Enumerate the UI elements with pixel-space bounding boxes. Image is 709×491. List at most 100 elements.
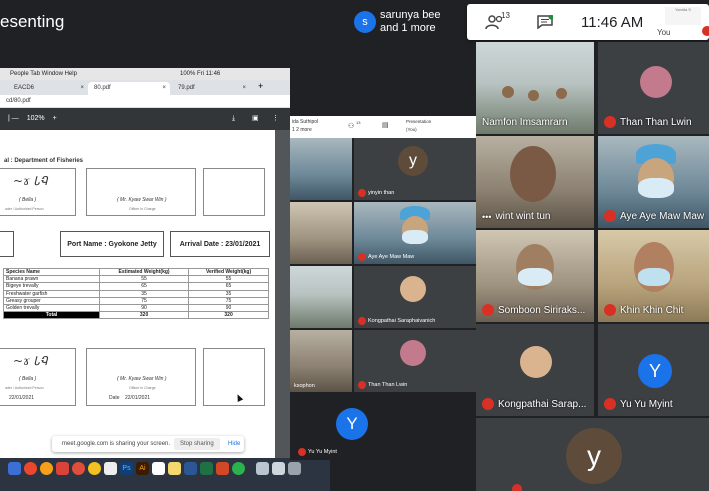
species-cell: Banana prawn (3, 275, 100, 284)
participant-label: Khin Khin Chit (604, 304, 683, 316)
stop-sharing-button[interactable]: Stop sharing (174, 438, 220, 450)
participant-label: Yu Yu Myint (604, 398, 673, 410)
chat-icon[interactable] (537, 15, 553, 29)
video-tile[interactable]: Than Than Lwin (598, 42, 709, 134)
chrome-icon[interactable] (24, 462, 37, 475)
browser-tab[interactable]: EACD6 × (8, 82, 88, 95)
estimated-cell: 65 (98, 282, 190, 291)
speaking-icon: ••• (482, 211, 492, 222)
video-tile[interactable]: Kongpathai Sarap... (476, 324, 594, 416)
video-tile[interactable]: Than Than Lwin (354, 330, 476, 392)
screen-share-notice: meet.google.com is sharing your screen. … (52, 436, 244, 452)
people-icon[interactable]: ⚇ (348, 122, 354, 130)
table-row: Bigeye trevally 65 65 (3, 282, 269, 291)
participant-label: Aye Aye Maw Maw (358, 253, 414, 261)
app-icon[interactable] (56, 462, 69, 475)
species-table: Species Name Estimated Weight(kg) Verifi… (3, 267, 269, 320)
people-count: 13 (501, 11, 510, 20)
download-icon[interactable]: ⤓ (232, 108, 235, 130)
excel-icon[interactable] (200, 462, 213, 475)
app-icon[interactable] (88, 462, 101, 475)
illustrator-icon[interactable]: Ai (136, 462, 149, 475)
mic-off-icon (482, 398, 494, 410)
new-tab-icon[interactable]: + (258, 81, 263, 91)
column-header: Estimated Weight(kg) (98, 267, 190, 277)
chat-icon[interactable]: ▤ (382, 121, 389, 129)
video-tile[interactable] (290, 266, 352, 328)
folder-icon[interactable] (256, 462, 269, 475)
sign-date: 22/01/2021 (125, 395, 151, 401)
pdf-scrollbar[interactable] (275, 130, 290, 460)
face-mask (638, 268, 670, 286)
estimated-cell: 90 (98, 303, 190, 313)
video-tile[interactable]: Aye Aye Maw Maw (354, 202, 476, 264)
self-view-thumbnail[interactable]: Yanida S (665, 7, 701, 25)
signature-box: ~ɤ ᏓᏄ ( Bella ) ader / Authorized Person… (0, 348, 76, 406)
mic-off-icon (512, 484, 522, 491)
browser-tab[interactable]: 79.pdf × (172, 82, 250, 95)
estimated-cell: 35 (98, 289, 190, 298)
participant-avatar: Y (638, 354, 672, 388)
signature-image: ~ɤ ᏓᏄ (13, 354, 48, 368)
mic-off-icon (358, 317, 366, 325)
app-icon[interactable] (72, 462, 85, 475)
url-bar[interactable]: cd/80.pdf (0, 95, 290, 108)
finder-icon[interactable] (8, 462, 21, 475)
firefox-icon[interactable] (40, 462, 53, 475)
video-tile[interactable]: y yinyin than (354, 138, 476, 200)
video-tile[interactable]: Namfon Imsamrarn (476, 42, 594, 134)
powerpoint-icon[interactable] (216, 462, 229, 475)
video-tile[interactable]: Aye Aye Maw Maw (598, 136, 709, 228)
video-tile[interactable]: ksophon (290, 330, 352, 392)
menubar-status: 100% Fri 11:46 (180, 71, 221, 77)
notes-icon[interactable] (152, 462, 165, 475)
zoom-out-icon[interactable]: | — (8, 115, 19, 122)
mic-off-icon (604, 116, 616, 128)
participant-label: ••• wint wint tun (482, 211, 550, 222)
mic-off-icon (604, 398, 616, 410)
signatory-role: Officer In Charge (129, 386, 156, 390)
shared-screen: People Tab Window Help 100% Fri 11:46 EA… (0, 68, 290, 460)
photoshop-icon[interactable]: Ps (120, 462, 133, 475)
participant-label: Somboon Siriraks... (482, 304, 585, 316)
video-tile[interactable]: Y Yu Yu Myint (598, 324, 709, 416)
downloads-icon[interactable] (272, 462, 285, 475)
hide-button[interactable]: Hide (228, 436, 240, 452)
browser-tab-active[interactable]: 80.pdf × (88, 82, 170, 95)
participant-name: Kongpathai Saraphaivanich (368, 318, 436, 324)
presenter-line1: sarunya bee (380, 9, 441, 21)
video-tile[interactable]: Khin Khin Chit (598, 230, 709, 322)
video-tile[interactable]: Y Yu Yu Myint (290, 394, 476, 460)
more-icon[interactable]: ⋮ (272, 108, 279, 130)
video-tile[interactable]: ••• wint wint tun (476, 136, 594, 228)
participant-avatar: y (398, 146, 428, 176)
signatory-name: ( Bella ) (19, 197, 37, 203)
print-icon[interactable]: ▣ (252, 108, 259, 130)
zoom-level[interactable]: 102% (27, 115, 45, 122)
presenter-line2: and 1 more (380, 22, 436, 34)
close-icon[interactable]: × (242, 82, 246, 95)
signatory-role: Officer In Charge (129, 207, 156, 211)
word-icon[interactable] (184, 462, 197, 475)
mic-off-icon (298, 448, 306, 456)
pdf-toolbar: | — 102% + ⤓ ▣ ⋮ (0, 108, 290, 130)
video-tile[interactable]: Kongpathai Saraphaivanich (354, 266, 476, 328)
arrival-date: Arrival Date : 23/01/2021 (170, 231, 270, 257)
participant-face (510, 146, 556, 202)
calendar-icon[interactable] (104, 462, 117, 475)
table-row: Golden trevally 90 90 (3, 303, 269, 313)
video-tile[interactable]: y (476, 418, 709, 491)
browser-tabs: EACD6 × 80.pdf × 79.pdf × + (0, 80, 290, 95)
close-icon[interactable]: × (80, 82, 84, 95)
video-tile[interactable]: Somboon Siriraks... (476, 230, 594, 322)
signature-box: ( Mr. Kyaw Swar Win ) Officer In Charge (86, 168, 196, 216)
participant-photo (400, 340, 426, 366)
tab-label: EACD6 (14, 85, 35, 91)
close-icon[interactable]: × (162, 82, 166, 95)
video-tile[interactable] (290, 202, 352, 264)
zoom-in-icon[interactable]: + (53, 115, 57, 122)
app-icon[interactable] (232, 462, 245, 475)
stickies-icon[interactable] (168, 462, 181, 475)
trash-icon[interactable] (288, 462, 301, 475)
video-tile[interactable] (290, 138, 352, 200)
